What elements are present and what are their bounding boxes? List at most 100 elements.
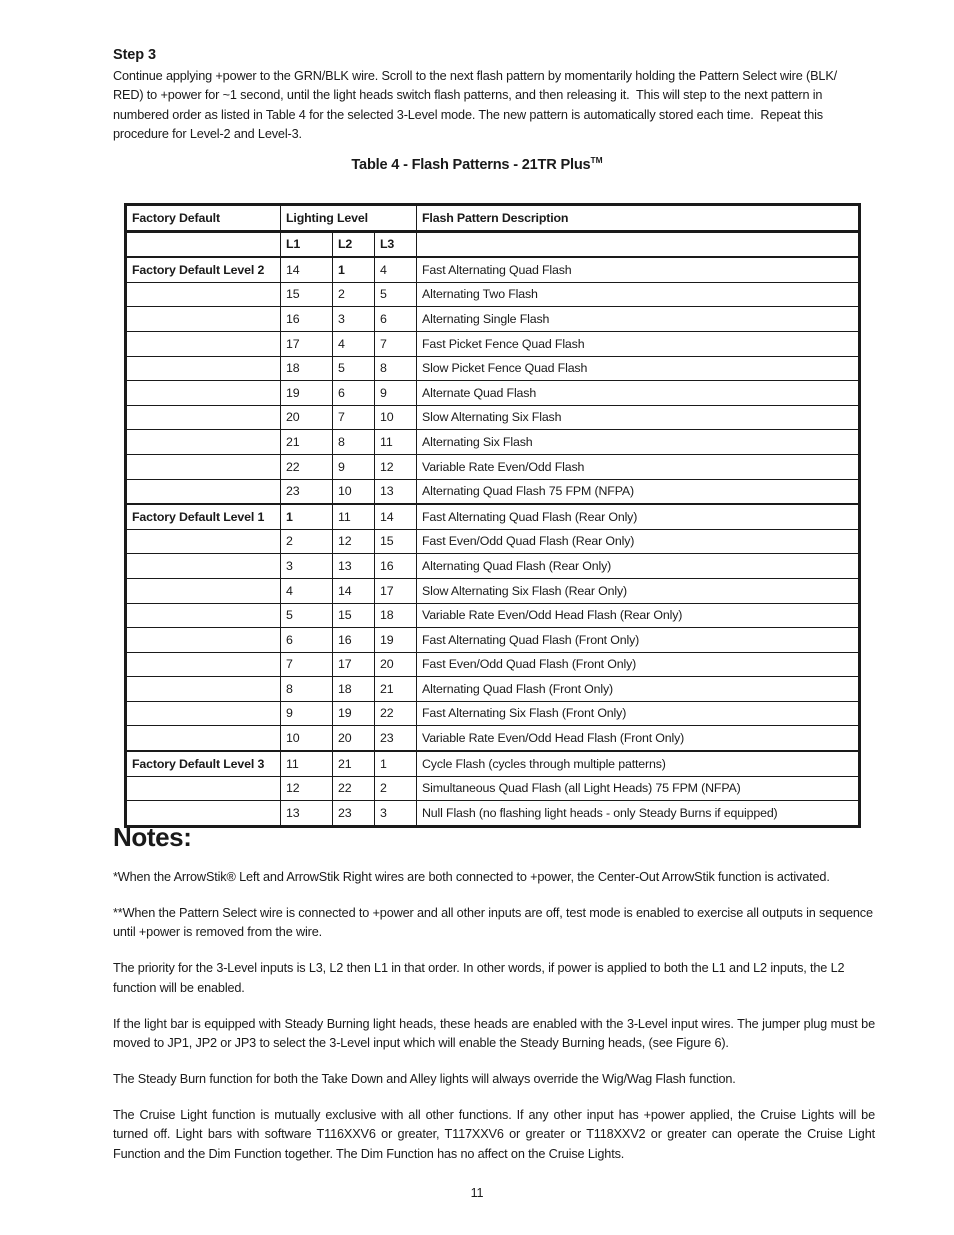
note-paragraph: The Steady Burn function for both the Ta… (113, 1071, 736, 1086)
cell-factory-default (124, 775, 281, 802)
cell-description: Alternating Quad Flash (Front Only) (416, 676, 861, 702)
cell-l2: 10 (332, 478, 375, 505)
document-page: Step 3 Continue applying +power to the G… (0, 0, 954, 1235)
table-row: 19 6 9 Alternate Quad Flash (124, 380, 861, 406)
cell-factory-default (124, 380, 281, 406)
table-row: Factory Default Level 1 1 11 14 Fast Alterna… (124, 503, 861, 530)
cell-l3: 4 (374, 256, 417, 283)
cell-l3: 17 (374, 577, 417, 604)
cell-l2: 5 (332, 355, 375, 382)
cell-l3: 2 (374, 775, 417, 802)
cell-l1: 23 (280, 478, 333, 505)
cell-l1: 11 (280, 750, 333, 777)
cell-description: Fast Alternating Quad Flash (416, 256, 861, 283)
cell-l2: 8 (332, 429, 375, 455)
table-row: 21 8 11 Alternating Six Flash (124, 429, 861, 455)
table-subheader-row: L1 L2 L3 (124, 230, 861, 258)
cell-l1: 13 (280, 800, 333, 828)
cell-l3: 13 (374, 478, 417, 505)
cell-description: Alternating Single Flash (416, 306, 861, 332)
cell-l2: 23 (332, 800, 375, 828)
cell-l1: 3 (280, 553, 333, 579)
cell-l3: 1 (374, 750, 417, 777)
cell-l2: 21 (332, 750, 375, 777)
table-row: 7 17 20 Fast Even/Odd Quad Flash (Front Onl… (124, 651, 861, 678)
notes-section: *When the ArrowStik® Left and ArrowStik … (113, 868, 875, 1164)
cell-l1: 20 (280, 404, 333, 431)
cell-l2: 4 (332, 330, 375, 357)
cell-factory-default: Factory Default Level 3 (124, 750, 281, 777)
cell-description: Fast Alternating Six Flash (Front Only) (416, 700, 861, 727)
cell-l3: 9 (374, 380, 417, 406)
cell-l1: 17 (280, 330, 333, 357)
cell-l3: 5 (374, 281, 417, 308)
table-4-title-text: Table 4 - Flash Patterns - 21TR Plus (351, 156, 591, 173)
cell-l2: 14 (332, 577, 375, 604)
cell-description: Alternating Quad Flash (Rear Only) (416, 553, 861, 579)
cell-factory-default (124, 651, 281, 678)
cell-description: Slow Alternating Six Flash (416, 404, 861, 431)
table-row: 9 19 22 Fast Alternating Six Flash (Front O… (124, 700, 861, 727)
table-row: 13 23 3 Null Flash (no flashing light heads… (124, 800, 861, 828)
cell-l2: 11 (332, 503, 375, 530)
table-row: 3 13 16 Alternating Quad Flash (Rear Only) (124, 553, 861, 579)
cell-factory-default (124, 700, 281, 727)
cell-l3: 19 (374, 627, 417, 653)
cell-factory-default (124, 528, 281, 555)
cell-l1: 1 (280, 503, 333, 530)
cell-factory-default (124, 602, 281, 629)
cell-l2: 2 (332, 281, 375, 308)
cell-l3: 10 (374, 404, 417, 431)
cell-l1: 8 (280, 676, 333, 702)
cell-l1: 18 (280, 355, 333, 382)
cell-l2: 22 (332, 775, 375, 802)
cell-l1: 6 (280, 627, 333, 653)
note-paragraph: The Cruise Light function is mutually ex… (113, 1107, 875, 1161)
cell-l3: 12 (374, 453, 417, 480)
cell-l3: 8 (374, 355, 417, 382)
cell-description: Variable Rate Even/Odd Head Flash (Front… (416, 725, 861, 752)
cell-l3: 20 (374, 651, 417, 678)
cell-l3: 22 (374, 700, 417, 727)
cell-description: Alternating Six Flash (416, 429, 861, 455)
cell-l3: 15 (374, 528, 417, 555)
cell-l2: 20 (332, 725, 375, 752)
flash-patterns-table-body: Factory Default Lighting Level Flash Pat… (124, 203, 861, 828)
table-4-title: Table 4 - Flash Patterns - 21TR PlusTM (0, 155, 954, 173)
cell-l3: 23 (374, 725, 417, 752)
cell-l1: 21 (280, 429, 333, 455)
cell-l1: 14 (280, 256, 333, 283)
note-paragraph: *When the ArrowStik® Left and ArrowStik … (113, 870, 830, 884)
flash-patterns-table-container: Factory Default Lighting Level Flash Pat… (124, 203, 861, 828)
table-row: 16 3 6 Alternating Single Flash (124, 306, 861, 332)
table-row: 23 10 13 Alternating Quad Flash 75 FPM (NFP… (124, 478, 861, 505)
cell-l2: 3 (332, 306, 375, 332)
cell-description: Variable Rate Even/Odd Head Flash (Rear … (416, 602, 861, 629)
cell-description: Alternate Quad Flash (416, 380, 861, 406)
cell-l3: 7 (374, 330, 417, 357)
cell-l3: 16 (374, 553, 417, 579)
notes-heading: Notes: (113, 822, 192, 852)
subheader-l1: L1 (280, 230, 333, 258)
cell-l1: 19 (280, 380, 333, 406)
table-row: 5 15 18 Variable Rate Even/Odd Head Flash (… (124, 602, 861, 629)
table-row: 12 22 2 Simultaneous Quad Flash (all Light … (124, 775, 861, 802)
cell-l2: 9 (332, 453, 375, 480)
cell-description: Fast Picket Fence Quad Flash (416, 330, 861, 357)
cell-l1: 7 (280, 651, 333, 678)
table-row: 15 2 5 Alternating Two Flash (124, 281, 861, 308)
step-3-body-text: Continue applying +power to the GRN/BLK … (113, 69, 838, 142)
cell-factory-default: Factory Default Level 1 (124, 503, 281, 530)
cell-l2: 18 (332, 676, 375, 702)
subheader-blank-factory-default (124, 230, 281, 258)
table-row: 10 20 23 Variable Rate Even/Odd Head Flash … (124, 725, 861, 752)
cell-l1: 22 (280, 453, 333, 480)
flash-patterns-table: Factory Default Lighting Level Flash Pat… (124, 203, 861, 828)
cell-l1: 12 (280, 775, 333, 802)
cell-factory-default (124, 627, 281, 653)
cell-description: Slow Alternating Six Flash (Rear Only) (416, 577, 861, 604)
cell-factory-default: Factory Default Level 2 (124, 256, 281, 283)
cell-factory-default (124, 676, 281, 702)
note-paragraph: **When the Pattern Select wire is connec… (113, 905, 873, 940)
table-row: 20 7 10 Slow Alternating Six Flash (124, 404, 861, 431)
